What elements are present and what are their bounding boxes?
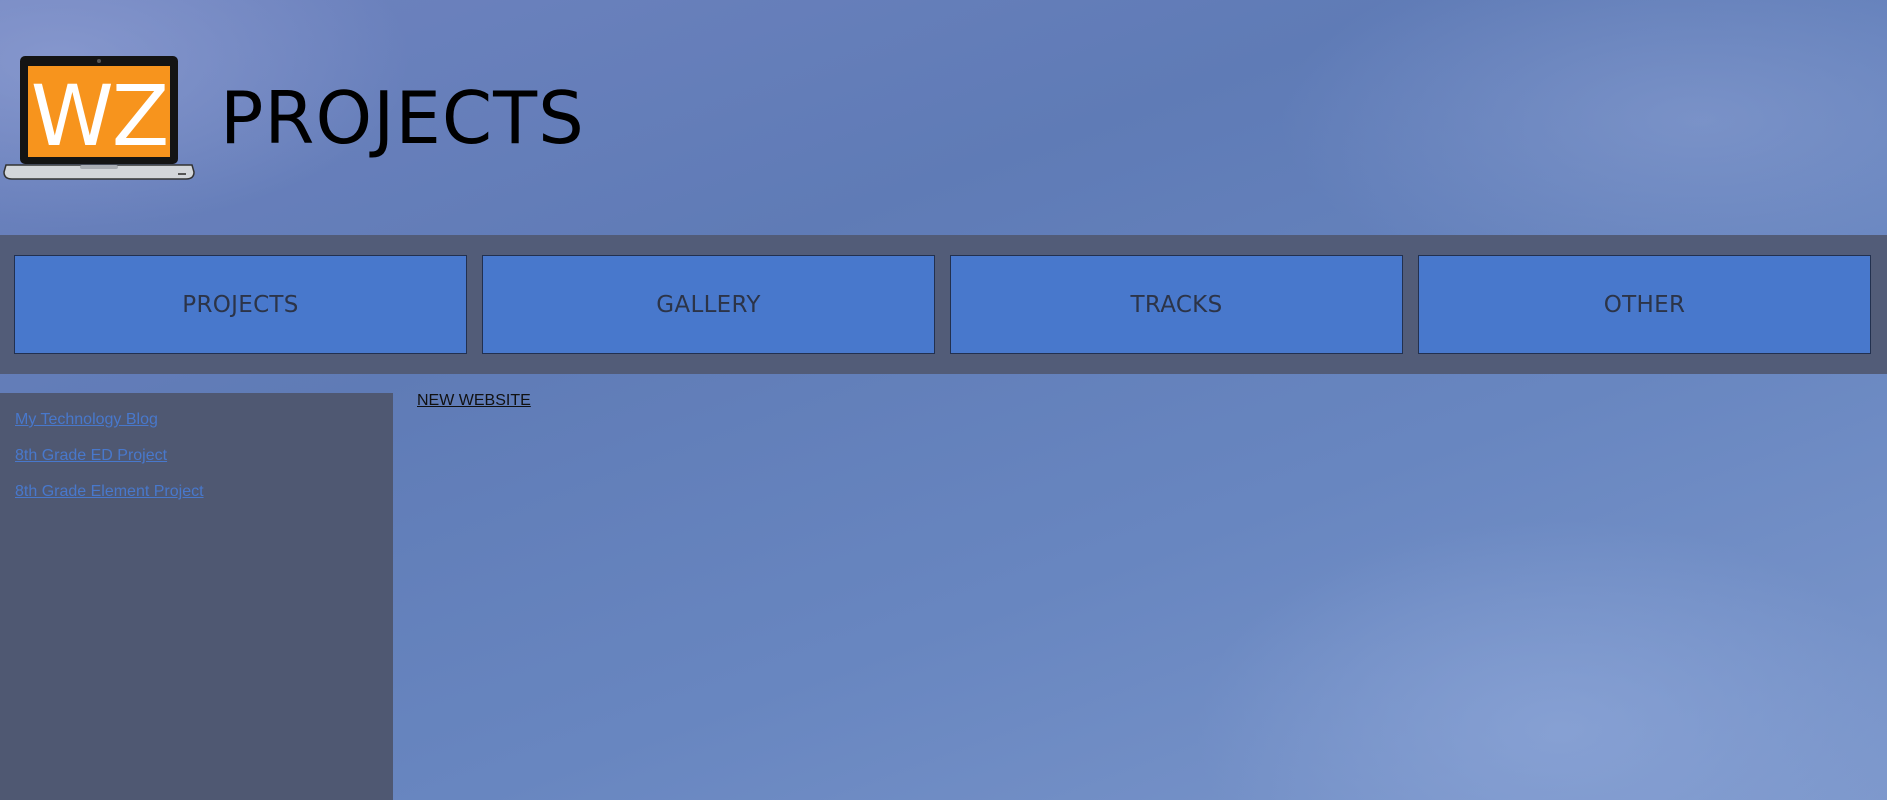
site-header: WZ PROJECTS [0,0,1887,235]
laptop-logo-icon[interactable]: WZ [2,55,196,183]
nav-label: PROJECTS [182,291,299,318]
nav-button-tracks[interactable]: TRACKS [950,255,1403,354]
sidebar-link-technology-blog[interactable]: My Technology Blog [15,411,158,428]
nav-button-other[interactable]: OTHER [1418,255,1871,354]
nav-button-projects[interactable]: PROJECTS [14,255,467,354]
nav-button-gallery[interactable]: GALLERY [482,255,935,354]
page-title: PROJECTS [220,76,585,160]
sidebar-item: 8th Grade ED Project [15,447,393,466]
nav-label: GALLERY [656,291,761,318]
sidebar-link-ed-project[interactable]: 8th Grade ED Project [15,447,167,464]
new-website-link[interactable]: NEW WEBSITE [417,392,531,410]
sidebar-item: 8th Grade Element Project [15,483,393,502]
sidebar-item: My Technology Blog [15,411,393,430]
nav-label: OTHER [1603,291,1686,318]
main-navbar: PROJECTS GALLERY TRACKS OTHER [0,235,1887,374]
logo-text: WZ [31,67,168,165]
sidebar: My Technology Blog 8th Grade ED Project … [0,393,393,800]
sidebar-link-element-project[interactable]: 8th Grade Element Project [15,483,204,500]
nav-label: TRACKS [1130,291,1223,318]
sidebar-link-list: My Technology Blog 8th Grade ED Project … [0,393,393,502]
